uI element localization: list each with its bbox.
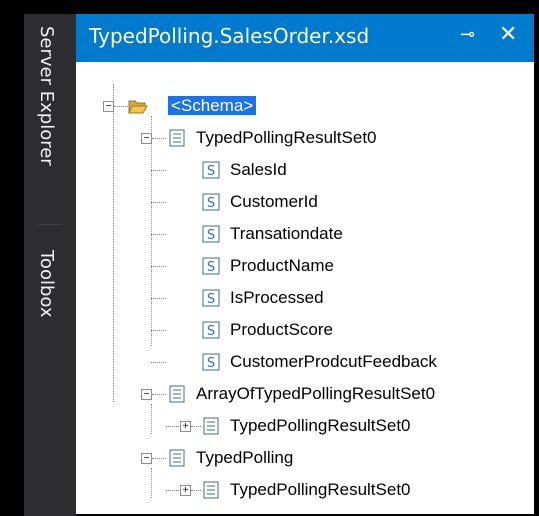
element-icon: [169, 449, 185, 467]
expand-toggle[interactable]: +: [180, 421, 191, 432]
tree-connector: [151, 404, 152, 434]
sidebar-separator: [38, 224, 62, 225]
collapse-toggle[interactable]: −: [103, 101, 114, 112]
svg-text:S: S: [207, 260, 215, 275]
tree-connector: [151, 202, 166, 203]
toolbox-tab[interactable]: Toolbox: [36, 250, 57, 318]
tree-node-label: ProductName: [230, 256, 334, 275]
xsd-document-window: TypedPolling.SalesOrder.xsd ⊸ ✕ − <Schem…: [76, 14, 534, 514]
tree-connector: [152, 458, 166, 459]
element-icon: [203, 481, 219, 499]
tree-node-label: TypedPollingResultSet0: [230, 480, 411, 499]
attribute-icon: S: [202, 321, 220, 339]
svg-text:S: S: [207, 324, 215, 339]
attribute-icon: S: [202, 193, 220, 211]
attribute-icon: S: [202, 225, 220, 243]
svg-text:S: S: [207, 196, 215, 211]
tree-connector: [152, 394, 166, 395]
tree-connector: [151, 468, 152, 498]
server-explorer-tab[interactable]: Server Explorer: [36, 26, 57, 166]
collapse-toggle[interactable]: −: [141, 453, 152, 464]
tree-connector: [151, 298, 166, 299]
tree-connector: [191, 490, 201, 491]
tree-connector: [166, 426, 181, 427]
expand-toggle[interactable]: +: [180, 485, 191, 496]
element-icon: [169, 129, 185, 147]
tree-connector: [151, 116, 152, 346]
collapse-toggle[interactable]: −: [141, 133, 152, 144]
tree-node-label: CustomerProdcutFeedback: [230, 352, 437, 371]
svg-text:S: S: [207, 356, 215, 371]
tree-node-label: ProductScore: [230, 320, 333, 339]
attribute-icon: S: [202, 289, 220, 307]
tree-node-label: IsProcessed: [230, 288, 324, 307]
tree-connector: [113, 84, 114, 402]
document-title: TypedPolling.SalesOrder.xsd: [89, 24, 370, 48]
side-toolbar: Server Explorer Toolbox: [24, 14, 76, 516]
tree-node-label: TypedPollingResultSet0: [196, 128, 377, 147]
svg-text:S: S: [207, 164, 215, 179]
tree-connector: [151, 266, 166, 267]
tree-connector: [166, 490, 181, 491]
tree-node-label: <Schema>: [168, 96, 257, 115]
collapse-toggle[interactable]: −: [141, 389, 152, 400]
tree-node-label: SalesId: [230, 160, 287, 179]
tree-connector: [151, 234, 166, 235]
tree-connector: [191, 426, 201, 427]
attribute-icon: S: [202, 353, 220, 371]
document-tab[interactable]: TypedPolling.SalesOrder.xsd ⊸ ✕: [76, 14, 534, 62]
attribute-icon: S: [202, 257, 220, 275]
tree-node-label: Transationdate: [230, 224, 343, 243]
tree-connector: [151, 362, 166, 363]
element-icon: [203, 417, 219, 435]
element-icon: [169, 385, 185, 403]
tree-node-schema[interactable]: <Schema>: [168, 94, 257, 118]
schema-tree: − <Schema> − TypedPollingResultSet0 S Sa…: [76, 62, 534, 514]
tree-connector: [152, 138, 166, 139]
tree-node-label: TypedPollingResultSet0: [230, 416, 411, 435]
tree-node-label: ArrayOfTypedPollingResultSet0: [196, 384, 436, 403]
svg-text:S: S: [207, 228, 215, 243]
svg-text:S: S: [207, 292, 215, 307]
tree-connector: [151, 330, 166, 331]
tree-node-label: TypedPolling: [196, 448, 294, 467]
tree-node-label: CustomerId: [230, 192, 318, 211]
close-icon[interactable]: ✕: [499, 22, 517, 47]
attribute-icon: S: [202, 161, 220, 179]
tree-connector: [114, 106, 128, 107]
tree-connector: [151, 170, 166, 171]
pin-icon[interactable]: ⊸: [460, 24, 475, 45]
folder-open-icon: [128, 100, 148, 114]
